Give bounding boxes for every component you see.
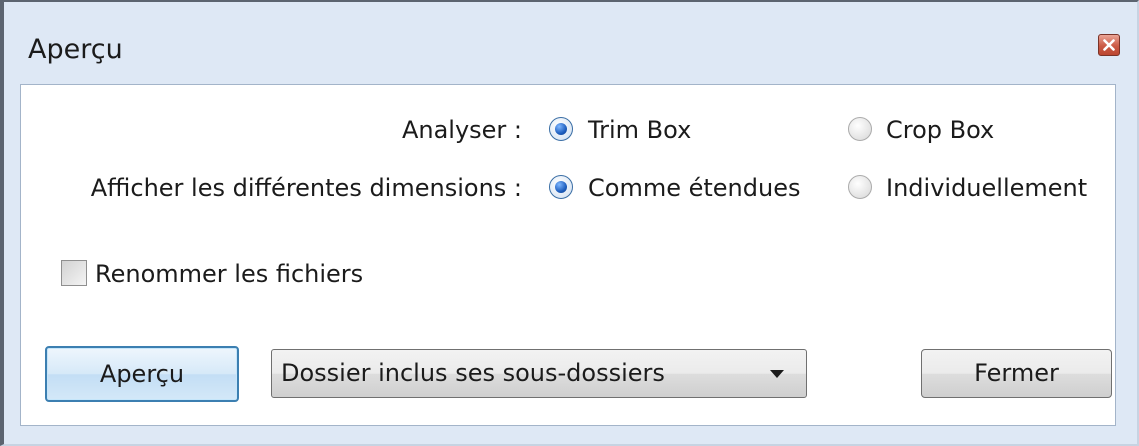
folder-scope-value: Dossier inclus ses sous-dossiers xyxy=(281,359,665,387)
close-button[interactable] xyxy=(1098,34,1120,56)
chevron-down-icon xyxy=(770,370,784,378)
apercu-button[interactable]: Aperçu xyxy=(45,346,239,402)
rename-files-checkbox[interactable] xyxy=(61,260,87,286)
radio-dot xyxy=(555,181,567,193)
afficher-label: Afficher les différentes dimensions : xyxy=(90,174,522,202)
radio-comme-etendues[interactable] xyxy=(549,175,573,199)
folder-scope-select[interactable]: Dossier inclus ses sous-dossiers xyxy=(271,349,807,398)
radio-comme-etendues-label[interactable]: Comme étendues xyxy=(588,174,800,202)
radio-individuellement-label[interactable]: Individuellement xyxy=(886,174,1087,202)
radio-crop-box-label[interactable]: Crop Box xyxy=(886,116,994,144)
radio-trim-box[interactable] xyxy=(549,117,573,141)
fermer-button[interactable]: Fermer xyxy=(921,349,1112,398)
radio-dot xyxy=(555,123,567,135)
radio-individuellement[interactable] xyxy=(848,175,872,199)
rename-files-label[interactable]: Renommer les fichiers xyxy=(95,260,363,288)
window-title: Aperçu xyxy=(28,34,123,65)
radio-crop-box[interactable] xyxy=(848,117,872,141)
radio-trim-box-label[interactable]: Trim Box xyxy=(588,116,691,144)
close-icon xyxy=(1103,39,1115,51)
analyser-label: Analyser : xyxy=(401,116,522,144)
